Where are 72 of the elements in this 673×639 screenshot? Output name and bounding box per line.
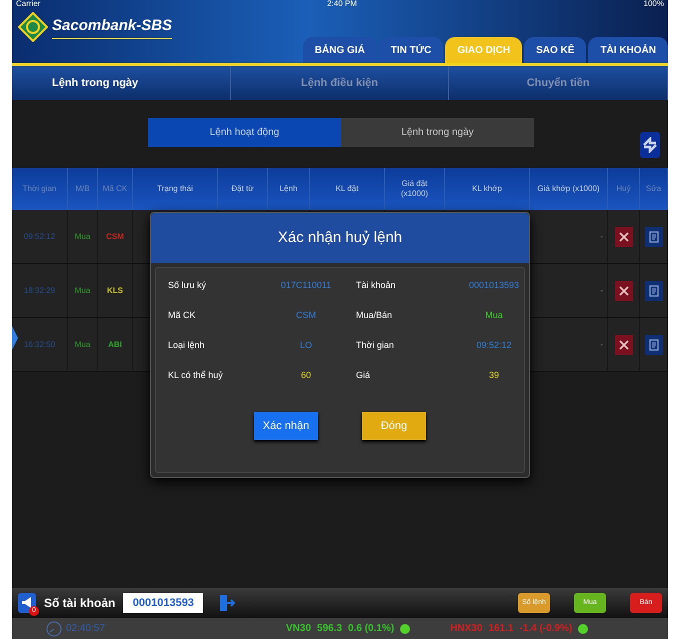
sub-tab[interactable]: Lệnh trong ngày <box>12 66 231 100</box>
edit-button[interactable] <box>644 280 662 300</box>
index-change: 0.6 (0.1%) <box>348 622 394 636</box>
matched-price: - <box>600 338 603 350</box>
field-label: Tài khoản <box>356 279 397 292</box>
order-side: Mua <box>74 230 90 242</box>
status-light-icon <box>578 624 588 634</box>
nav-tab[interactable]: SAO KÊ <box>524 37 586 63</box>
clock-icon <box>46 620 62 636</box>
edit-button[interactable] <box>644 334 662 354</box>
logo-icon <box>18 12 48 42</box>
stock-symbol: KLS <box>107 284 123 296</box>
stock-symbol: ABI <box>108 338 122 350</box>
footer-time: 02:40:57 <box>66 622 106 636</box>
field-value: Mua <box>484 309 504 322</box>
order-side: Mua <box>74 338 90 350</box>
nav-tab[interactable]: BẢNG GIÁ <box>302 37 377 63</box>
cancel-button[interactable] <box>614 334 632 354</box>
order-time: 18:32:29 <box>24 284 56 296</box>
sub-tab[interactable]: Chuyển tiền <box>449 66 668 100</box>
field-value: 017C110011 <box>280 279 332 292</box>
field-value: 09:52:12 <box>475 339 513 352</box>
index-change: -1.4 (-0.9%) <box>519 622 572 636</box>
battery-label: 100% <box>644 0 664 8</box>
order-time: 16:32:50 <box>24 338 56 350</box>
logout-icon[interactable] <box>219 594 236 612</box>
index-name: VN30 <box>286 622 312 636</box>
edit-button[interactable] <box>644 226 662 246</box>
close-icon <box>618 232 628 242</box>
brand-name: Sacombank-SBS <box>52 15 172 39</box>
field-value: LO <box>298 339 313 352</box>
nav-tab[interactable]: TIN TỨC <box>378 37 444 63</box>
sub-tab[interactable]: Lệnh điều kiện <box>230 66 450 100</box>
segment-tab[interactable]: Lệnh trong ngày <box>341 118 534 147</box>
dialog-button[interactable]: Xác nhận <box>254 412 318 440</box>
index-value: 596.3 <box>317 622 342 636</box>
account-label: Số tài khoản <box>44 595 116 612</box>
field-value: 0001013593 <box>468 279 520 292</box>
refresh-icon <box>642 137 658 153</box>
field-label: KL có thể huỷ <box>168 369 224 382</box>
field-label: Loại lệnh <box>168 339 206 352</box>
edit-icon <box>648 338 658 350</box>
field-value: CSM <box>295 309 317 322</box>
matched-price: - <box>600 284 603 296</box>
carrier-label: Carrier <box>16 0 40 8</box>
order-time: 09:52:12 <box>24 230 56 242</box>
segment-tab[interactable]: Lệnh hoạt động <box>148 118 341 147</box>
field-label: Thời gian <box>356 339 395 352</box>
edit-icon <box>648 230 658 242</box>
refresh-button[interactable] <box>640 132 660 158</box>
close-icon <box>618 340 628 350</box>
nav-tab[interactable]: TÀI KHOẢN <box>588 37 668 63</box>
field-label: Mua/Bán <box>356 309 394 322</box>
stock-symbol: CSM <box>106 230 124 242</box>
field-value: 60 <box>300 369 312 382</box>
index-name: HNX30 <box>450 622 482 636</box>
edit-icon <box>648 284 658 296</box>
dialog-title: Xác nhận huỷ lệnh <box>278 228 402 248</box>
clock-time: 2:40 PM <box>327 0 357 8</box>
field-value: 39 <box>488 369 500 382</box>
index-value: 161.1 <box>488 622 514 636</box>
field-label: Giá <box>356 369 372 382</box>
field-label: Số lưu ký <box>168 279 208 292</box>
matched-price: - <box>600 230 603 242</box>
status-light-icon <box>400 624 410 634</box>
field-label: Mã CK <box>168 309 197 322</box>
close-icon <box>618 286 628 296</box>
megaphone-icon[interactable] <box>18 593 36 613</box>
cancel-button[interactable] <box>614 226 632 246</box>
order-side: Mua <box>74 284 90 296</box>
account-field[interactable]: 0001013593 <box>123 593 204 613</box>
cancel-button[interactable] <box>614 280 632 300</box>
